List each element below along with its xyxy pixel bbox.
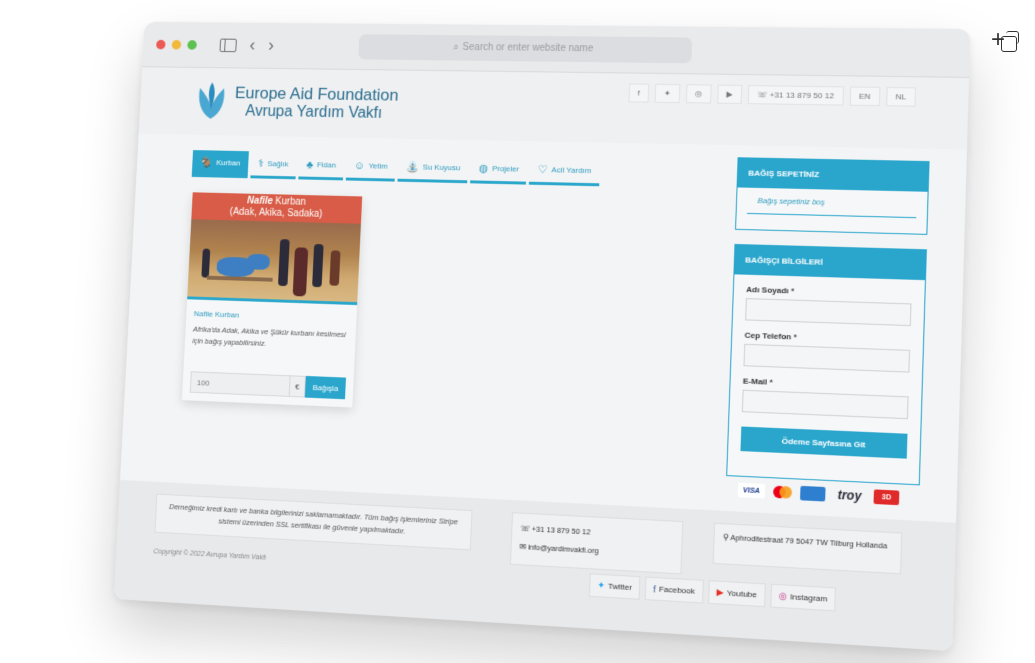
- tab-kurban[interactable]: 🐐 Kurban: [192, 150, 249, 178]
- basket-panel: BAĞIŞ SEPETİNİZ Bağış sepetiniz boş: [735, 157, 930, 235]
- security-notice: Derneğimiz kredi kartı ve banka bilgiler…: [154, 494, 472, 551]
- zoom-dot[interactable]: [187, 40, 197, 50]
- browser-window: ‹ › ⌕ Search or enter website name Europ…: [114, 22, 971, 651]
- logo[interactable]: Europe Aid Foundation Avrupa Yardım Vakf…: [195, 80, 400, 126]
- facebook-icon[interactable]: f: [628, 83, 649, 102]
- sidebar-icon[interactable]: [220, 38, 237, 52]
- checkout-button[interactable]: Ödeme Sayfasına Git: [740, 426, 907, 458]
- sapling-icon: ♣: [306, 159, 313, 171]
- header-phone[interactable]: ☏ +31 13 879 50 12: [748, 85, 844, 106]
- facebook-button[interactable]: f Facebook: [645, 577, 704, 604]
- currency-label: €: [290, 375, 306, 397]
- tab-yetim[interactable]: ☺ Yetim: [346, 153, 396, 181]
- twitter-icon: ✦: [597, 580, 605, 592]
- youtube-icon: ▶: [716, 587, 724, 599]
- visa-logo: VISA: [738, 483, 765, 499]
- donor-panel: BAĞIŞÇI BİLGİLERİ Adı Soyadı * Cep Telef…: [726, 244, 927, 485]
- tab-acil-yardim[interactable]: ♡ Acil Yardım: [529, 157, 600, 186]
- brand-line-1: Europe Aid Foundation: [235, 84, 399, 106]
- tab-projeler[interactable]: ◍ Projeler: [470, 156, 527, 185]
- instagram-icon[interactable]: ◎: [686, 84, 712, 103]
- product-image: [187, 219, 361, 302]
- heart-icon: ♡: [538, 163, 548, 176]
- social-links: ✦ Twitter f Facebook ▶ Youtube ◎ Instagram: [589, 573, 836, 611]
- lang-en[interactable]: EN: [849, 86, 880, 106]
- instagram-button[interactable]: ◎ Instagram: [770, 584, 836, 612]
- lang-nl[interactable]: NL: [886, 87, 916, 107]
- email-field[interactable]: [742, 390, 909, 420]
- name-field[interactable]: [745, 298, 911, 326]
- stage: + ‹ › ⌕ Search or enter website name Eur…: [0, 0, 1035, 663]
- donation-controls: 100 € Bağışla: [190, 371, 346, 399]
- website: Europe Aid Foundation Avrupa Yardım Vakf…: [114, 67, 969, 651]
- site-footer: Derneğimiz kredi kartı ve banka bilgiler…: [114, 480, 956, 651]
- donate-button[interactable]: Bağışla: [305, 376, 346, 399]
- goat-icon: 🐐: [200, 156, 213, 169]
- product-description: Afrika'da Adak, Akika ve Şükür kurbanı k…: [185, 323, 356, 353]
- troy-logo: troy: [831, 487, 867, 503]
- twitter-button[interactable]: ✦ Twitter: [589, 573, 641, 599]
- youtube-button[interactable]: ▶ Youtube: [708, 580, 766, 607]
- footer-address: Aphroditestraat 79 5047 TW Tilburg Holla…: [730, 533, 887, 551]
- tabs-overview-icon[interactable]: [1001, 36, 1017, 52]
- twitter-icon[interactable]: ✦: [655, 84, 681, 103]
- phone-label: Cep Telefon *: [744, 331, 910, 346]
- top-links: f ✦ ◎ ▶ ☏ +31 13 879 50 12 EN NL: [628, 83, 916, 106]
- back-icon[interactable]: ‹: [249, 35, 256, 55]
- tab-saglik[interactable]: ⚕ Sağlık: [250, 151, 297, 179]
- close-dot[interactable]: [156, 39, 166, 49]
- address-bar[interactable]: ⌕ Search or enter website name: [358, 34, 692, 63]
- address-placeholder: Search or enter website name: [462, 42, 593, 54]
- orphan-icon: ☺: [354, 160, 365, 172]
- 3d-secure-logo: 3D: [874, 489, 900, 505]
- well-icon: ⛲: [405, 160, 419, 173]
- instagram-icon: ◎: [779, 590, 788, 602]
- basket-title: BAĞIŞ SEPETİNİZ: [738, 158, 929, 192]
- address-box: ⚲ Aphroditestraat 79 5047 TW Tilburg Hol…: [713, 523, 903, 575]
- brand-line-2: Avrupa Yardım Vakfı: [245, 103, 398, 123]
- tab-fidan[interactable]: ♣ Fidan: [298, 152, 344, 180]
- donor-title: BAĞIŞÇI BİLGİLERİ: [734, 245, 925, 280]
- name-label: Adı Soyadı *: [746, 285, 912, 299]
- tab-su-kuyusu[interactable]: ⛲ Su Kuyusu: [397, 154, 468, 183]
- site-header: Europe Aid Foundation Avrupa Yardım Vakf…: [139, 67, 969, 149]
- amex-logo: [800, 486, 826, 502]
- category-nav: 🐐 Kurban ⚕ Sağlık ♣ Fidan ☺ Yetim ⛲ Su Kuyusu…: [192, 150, 603, 186]
- youtube-icon[interactable]: ▶: [717, 85, 742, 104]
- facebook-icon: f: [653, 584, 656, 594]
- mastercard-logo: [771, 484, 794, 500]
- copyright: Copyright © 2022 Avrupa Yardım Vakfı: [153, 548, 266, 561]
- phone-field[interactable]: [743, 344, 910, 373]
- product-card: Nafile Kurban (Adak, Akika, Sadaka) Nafi…: [182, 192, 362, 407]
- contact-box: ☏ +31 13 879 50 12 ✉ info@yardimvakfi.or…: [510, 512, 684, 574]
- forward-icon[interactable]: ›: [268, 35, 275, 55]
- amount-input[interactable]: 100: [190, 371, 291, 397]
- basket-empty-text: Bağış sepetiniz boş: [747, 188, 917, 219]
- globe-icon: ◍: [479, 162, 489, 175]
- health-icon: ⚕: [258, 157, 264, 170]
- tulip-logo-icon: [195, 80, 229, 123]
- minimize-dot[interactable]: [172, 40, 182, 50]
- payment-logos: VISA troy 3D: [738, 483, 900, 505]
- search-icon: ⌕: [453, 42, 459, 53]
